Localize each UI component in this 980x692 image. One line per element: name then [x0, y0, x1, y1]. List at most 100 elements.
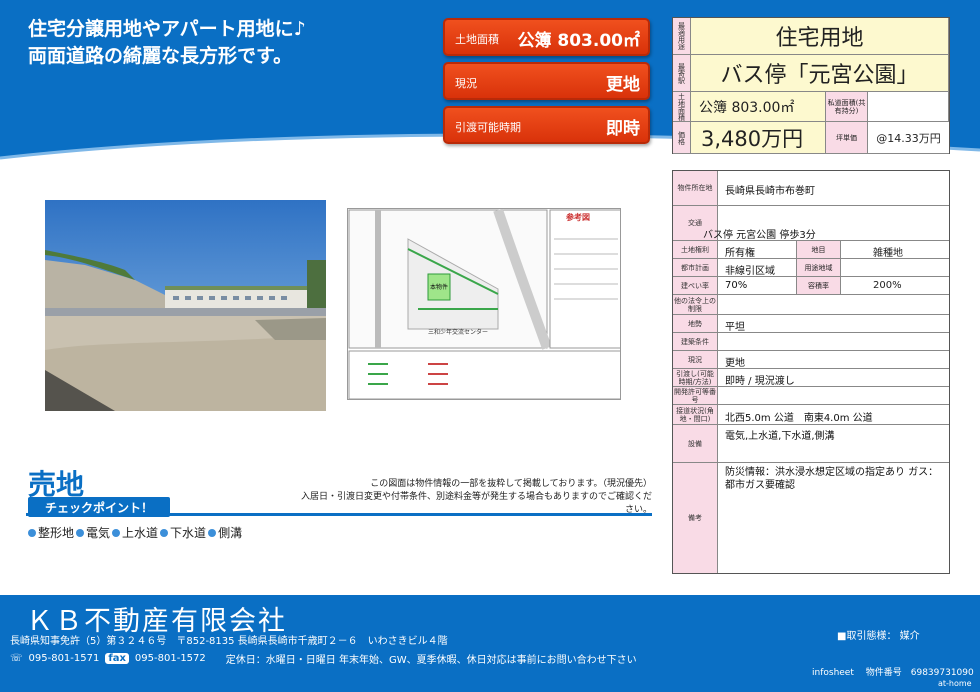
row-location: 物件所在地 長崎県長崎市布巻町 [673, 171, 949, 206]
point-text: 側溝 [218, 526, 243, 540]
map-site-label: 本物件 [430, 284, 449, 291]
row-coverage: 建ぺい率 70% 容積率 200% [673, 277, 949, 295]
station-value: バス停「元宮公園」 [691, 55, 949, 92]
detail-value: 防災情報：洪水浸水想定区域の指定あり ガス：都市ガス要確認 [725, 467, 939, 491]
row-road: 接道状況(角地・間口) 北西5.0m 公道 南東4.0m 公道 [673, 405, 949, 425]
point-item: 上水道 [112, 524, 158, 541]
property-photo [45, 200, 326, 411]
tsubo-label: 坪単価 [826, 122, 868, 154]
price-label: 価格 [673, 122, 691, 154]
fax-number: 095-801-1572 [134, 653, 206, 664]
detail-label: 地目 [796, 241, 841, 258]
type-label: 最適用途 [673, 18, 691, 55]
detail-value: 即時 / 現況渡し [725, 376, 795, 387]
row-build-condition: 建築条件 [673, 333, 949, 351]
row-transport: 交通 バス停 元宮公園 停歩3分 [673, 206, 949, 241]
detail-label: 備考 [673, 463, 718, 573]
footer: ＫＢ不動産有限会社 長崎県知事免許（5）第３２４６号 〒852-8135 長崎県… [0, 595, 980, 692]
type-value: 住宅用地 [691, 18, 949, 55]
summary-table: 最適用途 住宅用地 最寄駅 バス停「元宮公園」 土地面積 公簿 803.00㎡ … [672, 17, 950, 154]
catch-line-2: 両面道路の綺麗な長方形です。 [28, 45, 293, 67]
detail-label: 物件所在地 [673, 171, 718, 205]
row-land-right: 土地権利 所有権 地目 雑種地 [673, 241, 949, 259]
point-item: 整形地 [28, 524, 74, 541]
row-handover: 引渡し(可能時期/方法) 即時 / 現況渡し [673, 369, 949, 387]
point-item: 下水道 [160, 524, 206, 541]
disclaimer-line: この図面は物件情報の一部を抜粋して掲載しております。（現況優先） [370, 479, 652, 489]
contact-line: ☏ 095-801-1571 fax 095-801-1572 定休日：水曜日・… [10, 651, 637, 666]
row-remarks: 備考 防災情報：洪水浸水想定区域の指定あり ガス：都市ガス要確認 [673, 463, 949, 573]
detail-label: 土地権利 [673, 241, 718, 258]
status-badge: 現況 更地 [443, 62, 650, 100]
reference-map: 参考図 三和少年交流センター 本物件 [347, 208, 621, 400]
point-text: 下水道 [170, 526, 207, 540]
check-point-label: チェックポイント！ [28, 497, 170, 517]
bullet-icon [160, 529, 169, 537]
detail-label: 容積率 [796, 277, 841, 294]
detail-label: 他の法令上の制限 [673, 295, 718, 314]
row-terrain: 地勢 平坦 [673, 315, 949, 333]
catch-line-1: 住宅分譲用地やアパート用地に♪ [28, 18, 306, 40]
detail-label: 地勢 [673, 315, 718, 332]
detail-value: 更地 [725, 358, 745, 369]
area-value: 公簿 803.00㎡ [691, 92, 826, 122]
license-address: 長崎県知事免許（5）第３２４６号 〒852-8135 長崎県長崎市千歳町２－６ … [10, 636, 448, 647]
detail-value: 70% [725, 280, 748, 291]
point-text: 上水道 [122, 526, 159, 540]
holiday-info: 定休日：水曜日・日曜日 年末年始、GW、夏季休暇、休日対応は事前にお問い合わせ下… [225, 655, 637, 666]
detail-label: 建築条件 [673, 333, 718, 350]
detail-label: 設備 [673, 425, 718, 462]
private-road-value [868, 92, 949, 122]
check-points: 整形地 電気 上水道 下水道 側溝 [28, 524, 242, 541]
tsubo-value: @14.33万円 [868, 122, 949, 154]
bullet-icon [112, 529, 121, 537]
infosheet-number: infosheet 物件番号 69839731090 [812, 668, 974, 678]
photo-illustration [45, 200, 326, 411]
point-item: 側溝 [208, 524, 242, 541]
disclaimer: この図面は物件情報の一部を抜粋して掲載しております。（現況優先） 入居日・引渡日… [300, 478, 652, 517]
row-status: 現況 更地 [673, 351, 949, 369]
detail-label: 接道状況(角地・間口) [673, 405, 718, 424]
area-label: 土地面積 [673, 92, 691, 122]
bullet-icon [208, 529, 217, 537]
station-label: 最寄駅 [673, 55, 691, 92]
row-city-plan: 都市計画 非線引区域 用途地域 [673, 259, 949, 277]
badge-label: 現況 [455, 77, 477, 90]
transaction-type: ■取引態様： 媒介 [837, 631, 920, 642]
detail-value: 所有権 [725, 248, 755, 259]
detail-table: 物件所在地 長崎県長崎市布巻町 交通 バス停 元宮公園 停歩3分 土地権利 所有… [672, 170, 950, 574]
badge-label: 引渡可能時期 [455, 121, 521, 134]
detail-label: 現況 [673, 351, 718, 368]
athome-logo: at-home [938, 679, 972, 688]
private-road-label: 私道面積(共有持分) [826, 92, 868, 122]
point-text: 電気 [86, 526, 111, 540]
detail-value: 非線引区域 [725, 266, 775, 277]
detail-value: 平坦 [725, 322, 745, 333]
detail-value: 長崎県長崎市布巻町 [725, 186, 815, 197]
phone-number[interactable]: 095-801-1571 [29, 653, 100, 664]
fax-icon: fax [105, 653, 129, 664]
row-facility: 設備 電気,上水道,下水道,側溝 [673, 425, 949, 463]
catch-copy: 住宅分譲用地やアパート用地に♪ 両面道路の綺麗な長方形です。 [28, 16, 306, 70]
detail-value: 200% [873, 280, 902, 291]
price-value: 3,480万円 [691, 122, 826, 154]
map-drawing [348, 209, 620, 399]
row-dev-permit: 開発許可等番号 [673, 387, 949, 405]
detail-value: バス停 元宮公園 停歩3分 [703, 230, 816, 241]
detail-value: 北西5.0m 公道 南東4.0m 公道 [725, 413, 873, 424]
badge-label: 土地面積 [455, 33, 499, 46]
point-text: 整形地 [38, 526, 75, 540]
map-center-label: 三和少年交流センター [428, 329, 489, 336]
badge-value: 公簿 803.00㎡ [517, 31, 640, 51]
badge-value: 更地 [606, 75, 640, 95]
detail-label: 建ぺい率 [673, 277, 718, 294]
row-other-law: 他の法令上の制限 [673, 295, 949, 315]
detail-label: 開発許可等番号 [673, 387, 718, 404]
handover-badge: 引渡可能時期 即時 [443, 106, 650, 144]
land-area-badge: 土地面積 公簿 803.00㎡ [443, 18, 650, 56]
detail-label: 用途地域 [796, 259, 841, 276]
point-item: 電気 [76, 524, 110, 541]
phone-icon: ☏ [10, 653, 23, 664]
bullet-icon [76, 529, 85, 537]
map-title: 参考図 [566, 213, 590, 222]
